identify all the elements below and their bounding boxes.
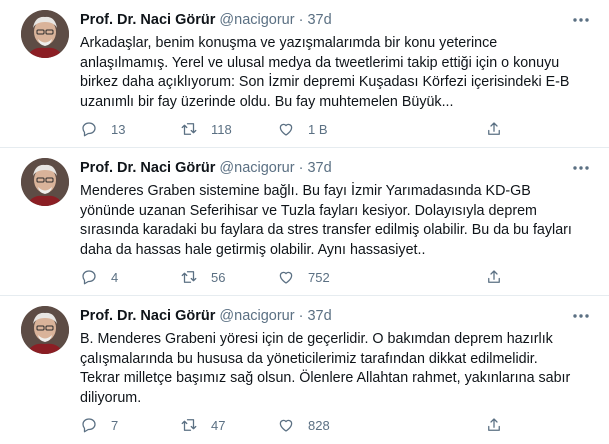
like-count: 828 [308,417,330,433]
tweet-header: Prof. Dr. Naci Görür @nacigorur · 37d [80,10,332,30]
avatar[interactable] [21,158,69,206]
reply-count: 13 [111,121,126,137]
more-icon[interactable] [571,160,591,176]
reply-icon [82,270,96,285]
like-button[interactable]: 828 [277,415,330,435]
tweet-actions: 4 56 752 [80,267,590,287]
tweet-text: Arkadaşlar, benim konuşma ve yazışmaları… [80,34,590,112]
avatar[interactable] [21,306,69,354]
retweet-count: 47 [211,417,226,433]
tweet-actions: 7 47 828 [80,415,590,435]
like-count: 752 [308,269,330,285]
retweet-icon [181,271,197,283]
like-icon [279,419,293,432]
tweet-text-line: diliyorum. [80,389,142,406]
author-name[interactable]: Prof. Dr. Naci Görür [80,308,215,324]
more-icon[interactable] [571,308,591,324]
separator: · [298,308,304,324]
like-icon [279,271,293,284]
separator: · [298,12,304,28]
retweet-icon [181,419,197,431]
share-button[interactable] [485,415,503,435]
reply-button[interactable]: 7 [80,415,118,435]
tweet[interactable]: Prof. Dr. Naci Görür @nacigorur · 37d Ar… [0,0,609,148]
retweet-icon [181,123,197,135]
author-handle[interactable]: @nacigorur [219,308,294,324]
author-handle[interactable]: @nacigorur [219,12,294,28]
tweet[interactable]: Prof. Dr. Naci Görür @nacigorur · 37d Me… [0,148,609,296]
share-icon [488,418,500,431]
tweet-text-line: çalışmalarında bu hususa da yöneticileri… [80,350,538,367]
tweet-text-line: birkez daha açıklıyorum: Son İzmir depre… [80,74,570,90]
reply-button[interactable]: 4 [80,267,118,287]
tweet-text-line: Arkadaşlar, benim konuşma ve yazışmaları… [80,35,498,51]
timestamp[interactable]: 37d [307,12,331,28]
tweet-header: Prof. Dr. Naci Görür @nacigorur · 37d [80,306,332,326]
like-count: 1 B [308,121,328,137]
like-button[interactable]: 752 [277,267,330,287]
reply-button[interactable]: 13 [80,119,125,139]
share-button[interactable] [485,119,503,139]
author-handle[interactable]: @nacigorur [219,160,294,176]
tweet[interactable]: Prof. Dr. Naci Görür @nacigorur · 37d B.… [0,296,609,444]
share-icon [488,270,500,283]
tweet-text-line: sırasında karadaki bu faylara da stres t… [80,222,572,238]
author-name[interactable]: Prof. Dr. Naci Görür [80,160,215,176]
tweet-text-line: Tekrar milletçe başımız sağ olsun. Ölenl… [80,370,571,386]
tweet-text-line: anlaşılmamış. Yerel ve ulusal medya da t… [80,54,560,71]
tweet-actions: 13 118 1 B [80,119,590,139]
tweet-text: B. Menderes Grabeni yöresi için de geçer… [80,330,590,408]
timestamp[interactable]: 37d [307,308,331,324]
tweet-header: Prof. Dr. Naci Görür @nacigorur · 37d [80,158,332,178]
like-button[interactable]: 1 B [277,119,328,139]
retweet-count: 118 [211,121,232,137]
tweet-text: Menderes Graben sistemine bağlı. Bu fayı… [80,182,590,260]
timestamp[interactable]: 37d [307,160,331,176]
avatar[interactable] [21,10,69,58]
retweet-count: 56 [211,269,226,285]
share-icon [488,122,500,135]
author-name[interactable]: Prof. Dr. Naci Görür [80,12,215,28]
reply-icon [82,418,96,433]
tweet-text-line: daha da hassas hale getirmiş olabilir. A… [80,241,426,258]
more-icon[interactable] [571,12,591,28]
tweet-text-line: uzanımlı bir fay üzerinde oldu. Bu fay m… [80,93,454,110]
tweet-text-line: B. Menderes Grabeni yöresi için de geçer… [80,331,553,347]
reply-count: 7 [111,417,119,433]
reply-count: 4 [111,269,119,285]
separator: · [298,160,304,176]
share-button[interactable] [485,267,503,287]
retweet-button[interactable]: 118 [180,119,232,139]
tweet-text-line: Menderes Graben sistemine bağlı. Bu fayı… [80,183,531,199]
reply-icon [82,122,96,137]
retweet-button[interactable]: 56 [180,267,225,287]
tweet-text-line: yönünde uzanan Seferihisar ve Tuzla fayl… [80,202,537,219]
like-icon [279,123,293,136]
retweet-button[interactable]: 47 [180,415,225,435]
